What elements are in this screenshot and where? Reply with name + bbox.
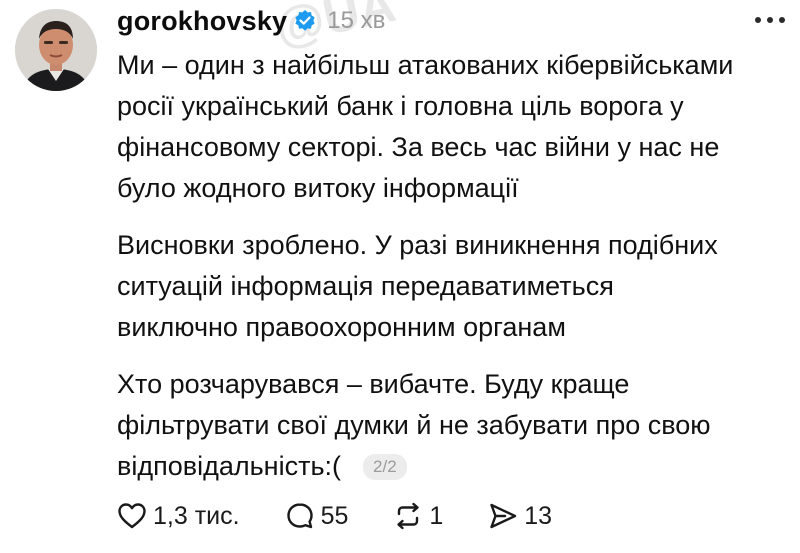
comment-icon [286,503,313,529]
post: @UA gorokhovsky 15 хв Ми – один з найбіл… [0,0,800,553]
text-line: виключно правоохоронним органам [117,312,566,342]
post-paragraph: Висновки зроблено. У разі виникнення под… [117,225,787,348]
share-count: 13 [524,501,553,530]
text-line-content: відповідальність:( [117,451,342,481]
post-paragraph: Ми – один з найбільш атакованих кібервій… [117,45,787,209]
repost-count: 1 [429,501,444,530]
post-paragraph: Хто розчарувався – вибачте. Буду краще ф… [117,364,787,487]
like-count: 1,3 тис. [153,501,240,530]
repost-button[interactable]: 1 [392,500,443,532]
post-timestamp: 15 хв [327,7,386,34]
text-line: ситуацій інформація передаватиметься [117,271,614,301]
text-line: фінансовому секторі. За весь час війни у… [117,132,720,162]
page-indicator: 2/2 [363,454,407,480]
send-icon [490,503,517,529]
username[interactable]: gorokhovsky [117,6,287,37]
share-button[interactable]: 13 [487,500,552,532]
text-line: було жодного витоку інформації [117,173,519,203]
text-line: Хто розчарувався – вибачте. Буду краще [117,369,630,399]
text-line: фільтрувати свої думки й не забувати про… [117,410,711,440]
more-options-icon[interactable] [755,10,785,30]
repost-icon [397,502,420,530]
post-text: Ми – один з найбільш атакованих кібервій… [117,45,787,487]
verified-badge-icon [293,9,317,33]
text-line: відповідальність:( 2/2 [117,446,787,487]
post-header: gorokhovsky 15 хв [117,4,385,38]
heart-icon [118,503,146,529]
avatar-image [15,9,97,91]
text-line: Висновки зроблено. У разі виникнення под… [117,230,718,260]
like-button[interactable]: 1,3 тис. [116,500,240,532]
text-line: Ми – один з найбільш атакованих кібервій… [117,50,734,80]
avatar[interactable] [15,9,97,91]
action-bar: 1,3 тис. 55 1 13 [116,498,596,534]
reply-count: 55 [320,501,349,530]
text-line: росії український банк і головна ціль во… [117,91,684,121]
reply-button[interactable]: 55 [284,500,349,532]
